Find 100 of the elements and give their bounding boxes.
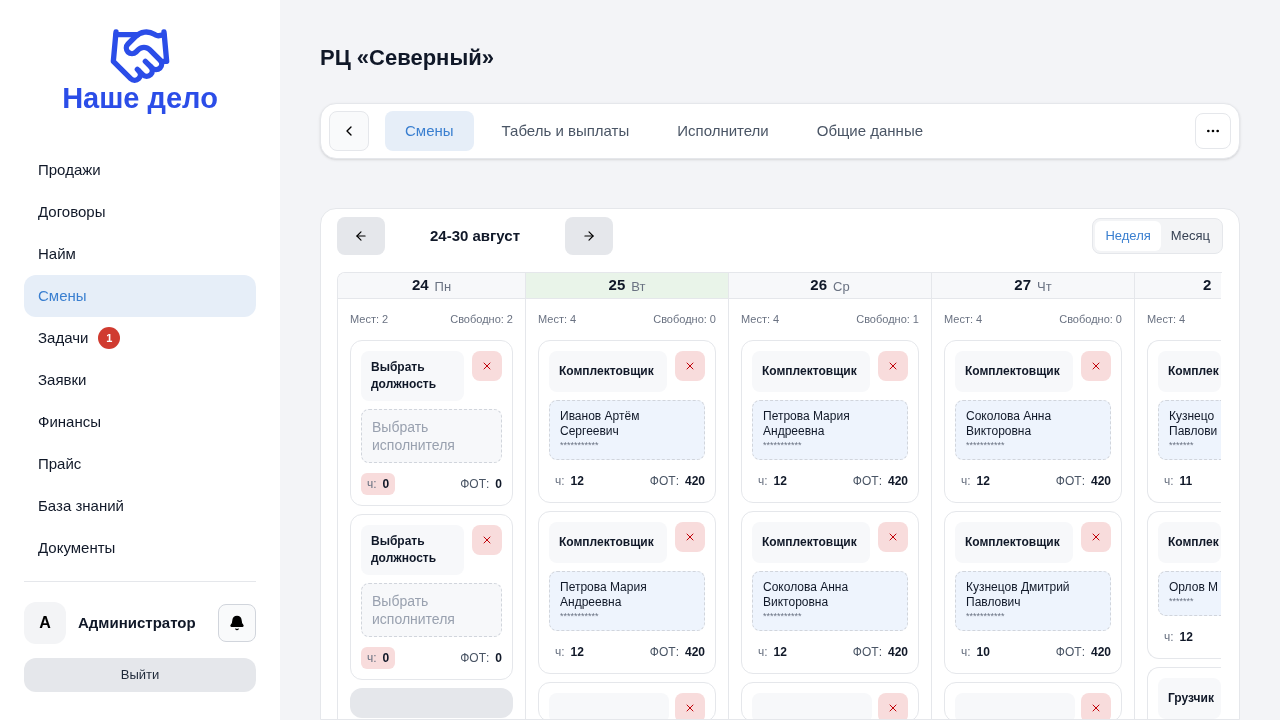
worker-select[interactable]: Соколова Анна Викторовна *********** [752, 570, 908, 631]
remove-button[interactable] [675, 350, 705, 381]
worker-select[interactable]: Иванов Артём Сергеевич *********** [549, 399, 705, 460]
hours-value: ч: 0 [361, 646, 396, 669]
role-select[interactable]: Комплектовщик [549, 350, 667, 392]
nav-item[interactable]: База знаний [24, 485, 256, 527]
remove-button[interactable] [878, 521, 908, 552]
day-header: 24 Пн [338, 273, 525, 299]
pay-value: ФОТ: 420 [1055, 472, 1111, 490]
role-select[interactable]: Комплектовщик [752, 521, 870, 563]
tab[interactable]: Смены [385, 111, 474, 151]
add-shift-button[interactable] [350, 687, 513, 718]
pay-value: ФОТ: 420 [649, 472, 705, 490]
role-select[interactable]: Комплек [1158, 350, 1221, 392]
nav-item[interactable]: Заявки [24, 359, 256, 401]
worker-select[interactable]: Петрова Мария Андреевна *********** [752, 399, 908, 460]
remove-button[interactable] [1081, 521, 1111, 552]
remove-button[interactable] [878, 350, 908, 381]
role-select[interactable] [955, 692, 1075, 719]
logo-text: Наше дело [62, 84, 218, 113]
day-header: 26 Ср [729, 273, 931, 299]
role-select[interactable]: Комплектовщик [549, 521, 667, 563]
more-button[interactable] [1195, 113, 1231, 149]
role-select[interactable]: Комплек [1158, 521, 1221, 563]
nav-item[interactable]: Смены [24, 275, 256, 317]
hours-value: ч: 0 [361, 472, 396, 495]
worker-select[interactable]: Соколова Анна Викторовна *********** [955, 399, 1111, 460]
nav-item[interactable]: Прайс [24, 443, 256, 485]
hours-value: ч: 12 [1163, 628, 1194, 646]
nav-item[interactable]: Задачи 1 [24, 317, 256, 359]
remove-button[interactable] [675, 521, 705, 552]
free-count: Свободно: 1 [856, 312, 919, 327]
day-header: 2 [1135, 273, 1221, 299]
role-select[interactable]: Выбрать должность [361, 524, 464, 575]
remove-button[interactable] [472, 350, 502, 381]
places-count: Мест: 4 [1147, 312, 1186, 327]
worker-name: Кузнецов Дмитрий Павлович [966, 579, 1071, 610]
count-badge: 1 [98, 327, 121, 349]
nav-item[interactable]: Найм [24, 233, 256, 275]
free-count: Свободно: 2 [450, 312, 513, 327]
logout-button[interactable]: Выйти [24, 658, 256, 692]
view-tab[interactable]: Месяц [1160, 221, 1220, 251]
hours-value: ч: 12 [757, 472, 788, 490]
nav-item[interactable]: Финансы [24, 401, 256, 443]
worker-select[interactable]: Петрова Мария Андреевна *********** [549, 570, 705, 631]
worker-phone: ******* [1169, 438, 1195, 451]
pay-value: ФОТ: 420 [649, 643, 705, 661]
tab[interactable]: Исполнители [657, 111, 789, 151]
next-week-button[interactable] [565, 217, 613, 255]
places-count: Мест: 4 [741, 312, 780, 327]
hours-value: ч: 12 [554, 643, 585, 661]
hours-value: ч: 12 [960, 472, 991, 490]
notifications-button[interactable] [218, 604, 256, 642]
worker-phone: *********** [560, 438, 600, 451]
nav-item[interactable]: Документы [24, 527, 256, 569]
tab[interactable]: Табель и выплаты [481, 111, 650, 151]
worker-name: Петрова Мария Андреевна [763, 408, 851, 439]
remove-button[interactable] [675, 692, 705, 719]
worker-name: Петрова Мария Андреевна [560, 579, 648, 610]
places-count: Мест: 2 [350, 312, 389, 327]
worker-phone: *********** [966, 438, 1006, 451]
worker-select[interactable]: Кузнецов Дмитрий Павлович *********** [955, 570, 1111, 631]
role-select[interactable] [752, 692, 872, 719]
role-select[interactable]: Грузчик [1158, 677, 1221, 719]
worker-name: Орлов М [1169, 579, 1219, 595]
day-header: 25 Вт [526, 273, 728, 299]
worker-name: Иванов Артём Сергеевич [560, 408, 641, 439]
day-header: 27 Чт [932, 273, 1134, 299]
back-button[interactable] [329, 111, 369, 151]
previous-week-button[interactable] [337, 217, 385, 255]
pay-value: ФОТ: 420 [852, 472, 908, 490]
pay-value: ФОТ: 0 [460, 475, 502, 493]
hours-value: ч: 11 [1163, 472, 1194, 490]
remove-button[interactable] [1081, 692, 1111, 719]
worker-phone: *********** [560, 609, 600, 622]
worker-phone: *********** [763, 438, 803, 451]
free-count: Свободно: 0 [653, 312, 716, 327]
role-select[interactable]: Комплектовщик [955, 521, 1073, 563]
nav-item[interactable]: Договоры [24, 191, 256, 233]
worker-select[interactable]: Кузнецо Павлови ******* [1158, 399, 1221, 460]
role-select[interactable]: Выбрать должность [361, 350, 464, 401]
role-select[interactable] [549, 692, 669, 719]
tab[interactable]: Общие данные [796, 111, 944, 151]
hours-value: ч: 12 [757, 643, 788, 661]
remove-button[interactable] [1081, 350, 1111, 381]
pay-value: ФОТ: 420 [1055, 643, 1111, 661]
worker-phone: ******* [1169, 594, 1195, 607]
view-tab[interactable]: Неделя [1095, 221, 1161, 251]
worker-select[interactable]: Орлов М ******* [1158, 570, 1221, 616]
worker-name: Кузнецо Павлови [1169, 408, 1219, 439]
free-count: Свободно: 0 [1059, 312, 1122, 327]
remove-button[interactable] [878, 692, 908, 719]
worker-phone: *********** [966, 609, 1006, 622]
places-count: Мест: 4 [538, 312, 577, 327]
role-select[interactable]: Комплектовщик [955, 350, 1073, 392]
hours-value: ч: 10 [960, 643, 991, 661]
bell-icon [229, 615, 245, 631]
remove-button[interactable] [472, 524, 502, 555]
role-select[interactable]: Комплектовщик [752, 350, 870, 392]
nav-item[interactable]: Продажи [24, 149, 256, 191]
